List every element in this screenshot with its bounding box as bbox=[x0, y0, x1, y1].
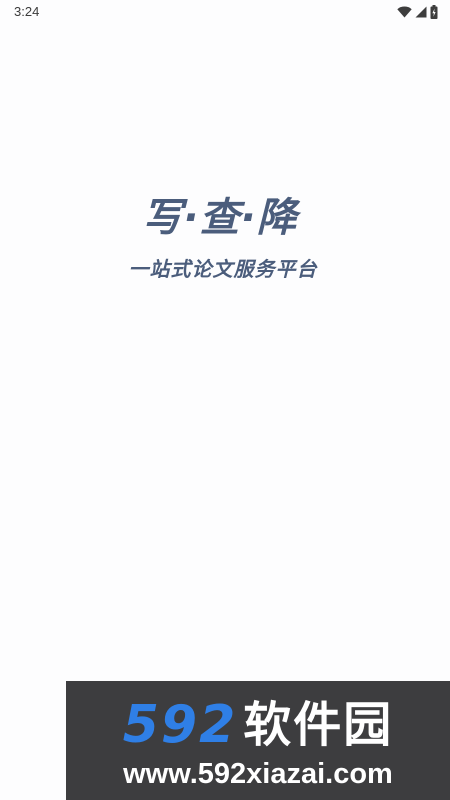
watermark-brand: 软件园 bbox=[243, 697, 394, 753]
wifi-icon bbox=[397, 6, 412, 18]
watermark-number: 592 bbox=[122, 695, 238, 755]
status-time: 3:24 bbox=[14, 4, 40, 19]
status-bar: 3:24 bbox=[0, 0, 450, 24]
splash-subtitle: 一站式论文服务平台 bbox=[128, 257, 318, 281]
cellular-signal-icon bbox=[415, 6, 427, 18]
site-watermark: 592 软件园 www.592xiazai.com bbox=[66, 681, 450, 800]
watermark-logo: 592 软件园 bbox=[66, 693, 450, 757]
status-icons bbox=[397, 5, 438, 19]
watermark-url: www.592xiazai.com bbox=[123, 758, 393, 790]
splash-title: 写·查·降 bbox=[142, 195, 298, 241]
battery-charging-icon bbox=[430, 5, 438, 19]
